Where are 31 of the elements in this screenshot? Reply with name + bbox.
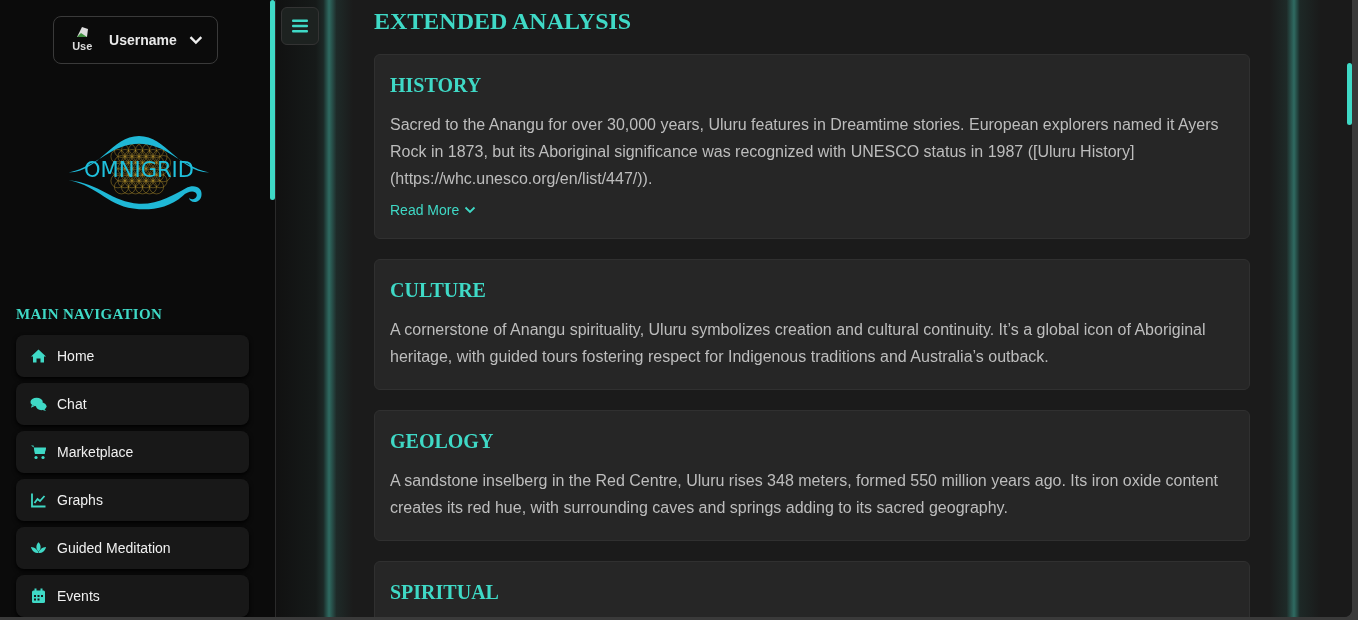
chevron-down-icon (188, 35, 203, 45)
nav-item[interactable]: Chat (16, 383, 249, 425)
section-heading: MAIN NAVIGATION (16, 306, 164, 323)
card-title: SPIRITUAL (390, 580, 500, 605)
menu-icon (290, 18, 309, 34)
nav-item[interactable]: Marketplace (16, 431, 249, 473)
cart-icon (30, 444, 47, 460)
scrollbar-thumb[interactable] (1347, 63, 1352, 125)
avatar-image: Use (67, 25, 97, 55)
home-icon (30, 348, 47, 364)
card-text: A sandstone inselberg in the Red Centre, Uluru rises 348 meters, formed 550 million years ago. Its iron oxide content creates its red hue, with surrounding caves and springs adding to its sacred geography. (390, 471, 1219, 518)
calendar-icon (30, 588, 47, 604)
page-title: EXTENDED ANALYSIS (374, 7, 633, 36)
user-menu[interactable]: Use Username (52, 16, 218, 64)
card-text: Sacred to the Anangu for over 30,000 years, Uluru features in Dreamtime stories. European explorers named it Ayers Rock in 1873, but its Aboriginal significance was recognized with UNESCO status in 1987 ([Uluru History](https://whc.unesco.org/en/list/447/)). (390, 115, 1220, 189)
lotus-icon (30, 540, 47, 556)
read-more-link[interactable]: Read More (390, 202, 477, 218)
nav-item[interactable]: Home (16, 335, 249, 377)
card-title: GEOLOGY (390, 429, 495, 454)
nav-item[interactable]: Graphs (16, 479, 249, 521)
logo: OMNIGRID (48, 132, 229, 210)
card-text: A cornerstone of Anangu spirituality, Uluru symbolizes creation and cultural continuity. It’s a global icon of Aboriginal heritage, with guided tours fostering respect for Indigenous traditions and Australia’s outback. (390, 320, 1207, 367)
chevron-down-icon (464, 206, 477, 214)
card-title: HISTORY (390, 73, 483, 98)
line-chart-icon (30, 492, 47, 508)
scrollbar-thumb[interactable] (270, 0, 275, 200)
chat-icon (30, 396, 47, 412)
card-title: CULTURE (390, 278, 487, 303)
nav-item[interactable]: Events (16, 575, 249, 617)
menu-button[interactable] (280, 7, 319, 45)
nav-item[interactable]: Guided Meditation (16, 527, 249, 569)
